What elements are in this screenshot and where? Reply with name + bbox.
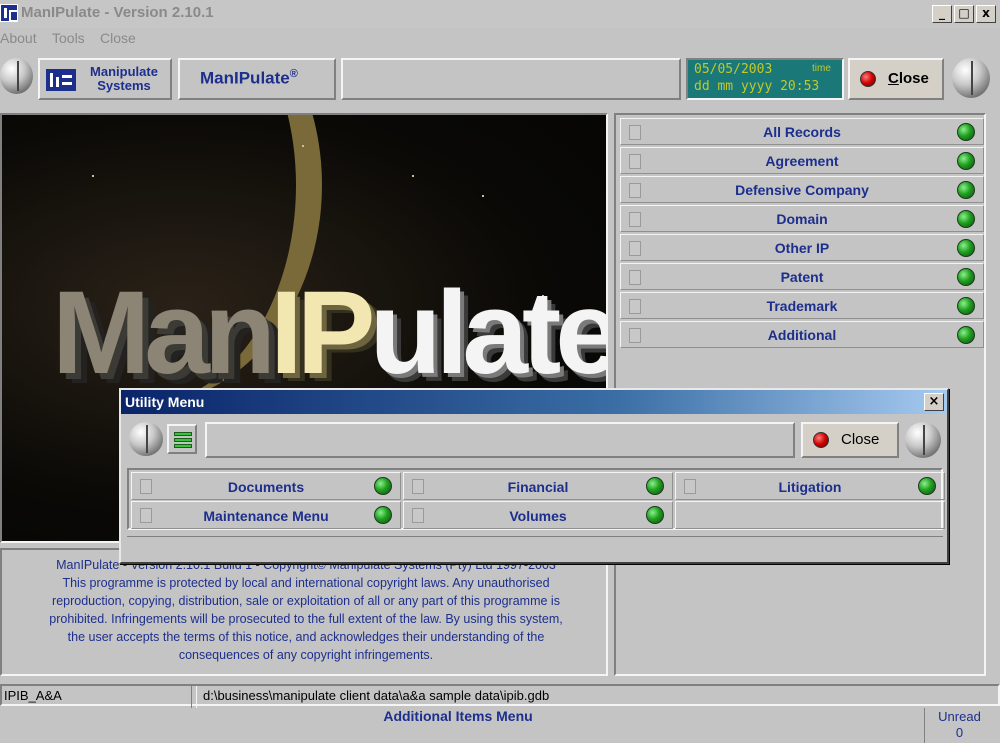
utility-item-maintenance-menu[interactable]: Maintenance Menu	[131, 501, 401, 529]
utility-item-volumes[interactable]: Volumes	[403, 501, 673, 529]
database-name: IPIB_A&A	[2, 686, 192, 708]
status-green-icon	[957, 326, 975, 344]
dialog-close-label: Close	[841, 431, 880, 448]
unread-count: 0	[955, 725, 964, 740]
time-value: dd mm yyyy 20:53	[694, 79, 820, 94]
utility-items-grid: Documents Financial Litigation Maintenan…	[127, 468, 945, 530]
brand-name: ManIPulate®	[200, 68, 298, 88]
time-label: time	[812, 63, 831, 74]
company-name: Manipulate Systems	[90, 64, 158, 93]
record-item-patent[interactable]: Patent	[620, 263, 984, 290]
status-bar-menu: Additional Items Menu Unread 0	[0, 708, 1000, 743]
checkbox[interactable]	[629, 270, 641, 285]
notice-line: the user accepts the terms of this notic…	[67, 630, 545, 644]
menu-bar: About Tools Close	[0, 28, 1000, 50]
brand-panel: ManIPulate®	[178, 58, 336, 100]
copyright-notice: ManIPulate - Version 2.10.1 Build 1 - Co…	[0, 548, 608, 676]
utility-item-empty	[675, 501, 945, 529]
status-green-icon	[646, 477, 664, 495]
status-green-icon	[646, 506, 664, 524]
checkbox[interactable]	[629, 125, 641, 140]
date-time-display: 05/05/2003 time dd mm yyyy 20:53	[686, 58, 844, 100]
record-item-additional[interactable]: Additional	[620, 321, 984, 348]
menu-about[interactable]: About	[0, 30, 37, 46]
status-green-icon	[957, 181, 975, 199]
close-dot-icon	[860, 71, 876, 87]
dialog-close-button[interactable]: Close	[801, 422, 899, 458]
utility-item-litigation[interactable]: Litigation	[675, 472, 945, 500]
status-green-icon	[374, 506, 392, 524]
notice-line: consequences of any copyright infringeme…	[178, 648, 434, 662]
dialog-close-icon[interactable]: ×	[924, 393, 944, 411]
close-window-button[interactable]: x	[976, 5, 996, 23]
record-item-all-records[interactable]: All Records	[620, 118, 984, 145]
status-green-icon	[957, 268, 975, 286]
list-icon[interactable]	[167, 424, 197, 454]
checkbox[interactable]	[629, 183, 641, 198]
status-green-icon	[957, 210, 975, 228]
status-green-icon	[957, 152, 975, 170]
title-bar: ManIPulate - Version 2.10.1 _ □ x	[0, 0, 1000, 28]
manipulate-logo-icon	[46, 69, 76, 91]
record-item-defensive-company[interactable]: Defensive Company	[620, 176, 984, 203]
current-menu-name: Additional Items Menu	[383, 708, 533, 724]
checkbox[interactable]	[629, 154, 641, 169]
globe-icon[interactable]	[129, 422, 163, 456]
record-item-other-ip[interactable]: Other IP	[620, 234, 984, 261]
checkbox[interactable]	[629, 328, 641, 343]
utility-menu-dialog: Utility Menu × Close Documents Financial…	[119, 388, 949, 564]
status-green-icon	[374, 477, 392, 495]
splash-logo-text: ManIPulate	[52, 267, 608, 399]
menu-tools[interactable]: Tools	[52, 30, 85, 46]
checkbox[interactable]	[629, 241, 641, 256]
unread-label: Unread	[938, 709, 981, 724]
status-green-icon	[918, 477, 936, 495]
notice-line: prohibited. Infringements will be prosec…	[49, 612, 563, 626]
utility-item-documents[interactable]: Documents	[131, 472, 401, 500]
checkbox[interactable]	[629, 212, 641, 227]
checkbox[interactable]	[140, 479, 152, 494]
window-controls: _ □ x	[932, 5, 996, 23]
dialog-message-panel	[205, 422, 795, 458]
window-title: ManIPulate - Version 2.10.1	[21, 4, 214, 21]
status-green-icon	[957, 297, 975, 315]
utility-item-financial[interactable]: Financial	[403, 472, 673, 500]
record-item-agreement[interactable]: Agreement	[620, 147, 984, 174]
unread-counter: Unread 0	[924, 708, 994, 743]
close-button-label: Close	[888, 70, 929, 87]
checkbox[interactable]	[684, 479, 696, 494]
database-path: d:\business\manipulate client data\a&a s…	[196, 686, 1000, 708]
notice-line: This programme is protected by local and…	[62, 576, 550, 590]
app-icon[interactable]	[0, 4, 18, 22]
date-value: 05/05/2003	[694, 62, 773, 77]
minimize-button[interactable]: _	[932, 5, 952, 23]
record-item-trademark[interactable]: Trademark	[620, 292, 984, 319]
dialog-title: Utility Menu	[125, 394, 205, 410]
menu-close[interactable]: Close	[100, 30, 136, 46]
maximize-button[interactable]: □	[954, 5, 974, 23]
notice-line: reproduction, copying, distribution, sal…	[52, 594, 560, 608]
status-green-icon	[957, 239, 975, 257]
checkbox[interactable]	[629, 299, 641, 314]
checkbox[interactable]	[412, 508, 424, 523]
record-item-domain[interactable]: Domain	[620, 205, 984, 232]
dialog-status-bar	[127, 536, 943, 560]
company-logo: Manipulate Systems	[38, 58, 172, 100]
globe-icon[interactable]	[0, 58, 33, 94]
close-button[interactable]: Close	[848, 58, 944, 100]
checkbox[interactable]	[412, 479, 424, 494]
status-bar-database: IPIB_A&A d:\business\manipulate client d…	[0, 684, 1000, 708]
globe-icon-right[interactable]	[905, 422, 941, 458]
globe-icon-right[interactable]	[952, 58, 990, 98]
checkbox[interactable]	[140, 508, 152, 523]
dialog-title-bar[interactable]: Utility Menu ×	[121, 390, 947, 414]
status-green-icon	[957, 123, 975, 141]
close-dot-icon	[813, 432, 829, 448]
message-panel	[341, 58, 681, 100]
